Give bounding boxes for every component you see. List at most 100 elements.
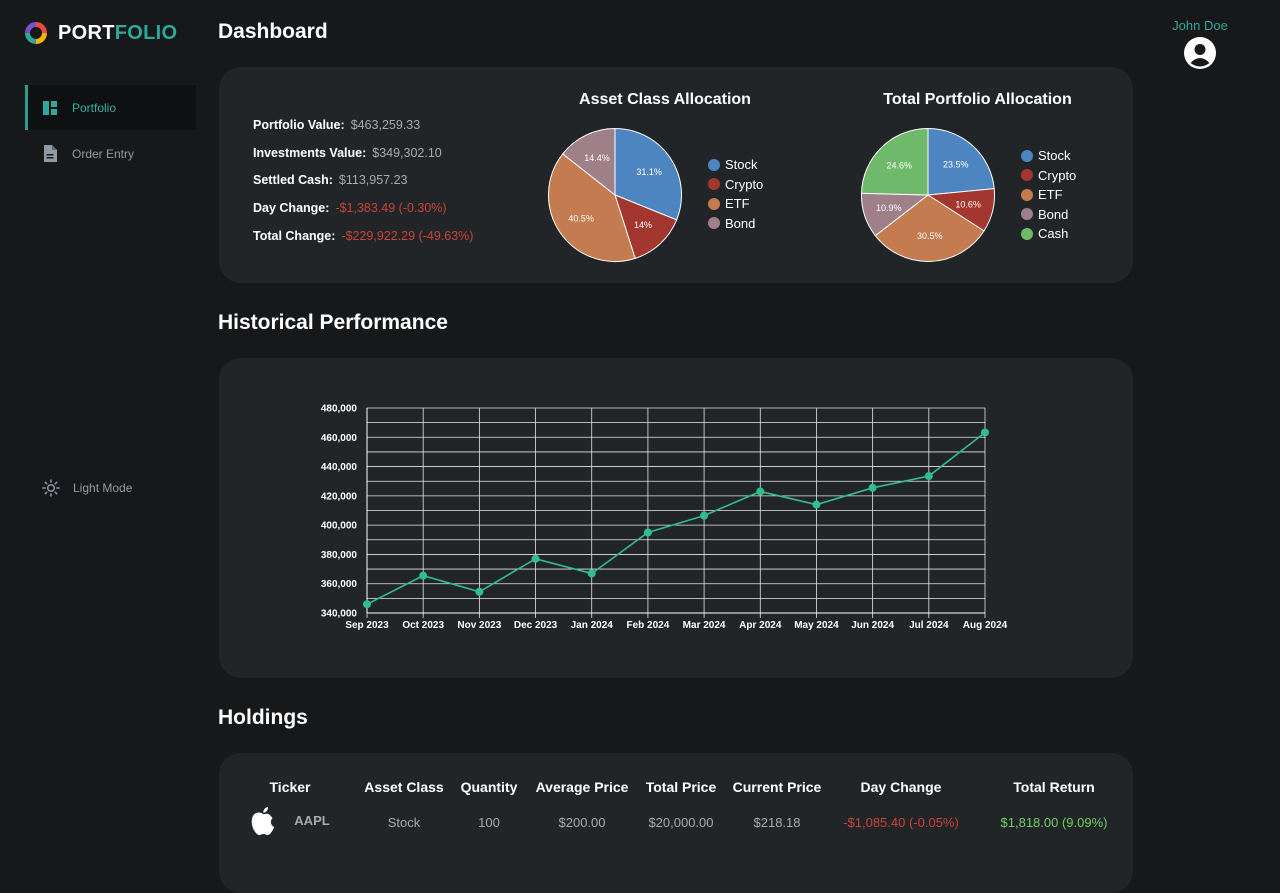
col-current-price[interactable]: Current Price <box>718 775 836 799</box>
data-point[interactable] <box>363 600 371 609</box>
col-asset-class[interactable]: Asset Class <box>350 775 458 799</box>
data-point[interactable] <box>812 500 821 509</box>
pie-label-stock: 31.1% <box>636 167 662 177</box>
total-portfolio-pie-chart: 23.5% 10.6% 30.5% 10.9% 24.6% <box>861 127 996 262</box>
x-tick-label: Aug 2024 <box>963 620 1008 631</box>
col-day-change[interactable]: Day Change <box>836 775 966 799</box>
total-portfolio-chart-title: Total Portfolio Allocation <box>883 91 1072 108</box>
asset-class-legend: Stock Crypto ETF Bond <box>708 155 763 233</box>
summary-value: $349,302.10 <box>372 145 442 160</box>
legend-swatch <box>708 178 720 191</box>
logo-icon <box>25 22 47 44</box>
y-tick-label: 360,000 <box>321 579 358 590</box>
data-point[interactable] <box>419 571 428 580</box>
dashboard-icon <box>42 100 58 116</box>
data-point[interactable] <box>924 472 933 481</box>
legend-label: Crypto <box>1038 167 1077 183</box>
app-logo[interactable]: PORTFOLIO <box>24 21 177 45</box>
legend-label: ETF <box>1038 187 1063 203</box>
legend-item-etf: ETF <box>708 194 763 214</box>
user-avatar-icon[interactable] <box>1184 37 1216 69</box>
current-price-cell: $218.18 <box>753 814 801 830</box>
pie-label-crypto: 10.6% <box>955 200 981 210</box>
pie-label-crypto: 14% <box>634 220 652 230</box>
summary-row-portfolio-value: Portfolio Value: $463,259.33 <box>253 111 473 139</box>
legend-item-stock: Stock <box>1021 146 1076 166</box>
legend-swatch <box>708 158 720 171</box>
x-tick-label: Jan 2024 <box>571 620 614 631</box>
legend-label: Bond <box>1038 206 1069 222</box>
y-tick-label: 440,000 <box>321 462 358 473</box>
sidebar-item-label: Portfolio <box>72 100 117 115</box>
col-total-price[interactable]: Total Price <box>644 775 718 799</box>
app-title: PORTFOLIO <box>58 21 178 44</box>
summary-label: Portfolio Value: <box>253 117 345 132</box>
pie-label-bond: 10.9% <box>876 203 902 213</box>
summary-label: Day Change: <box>253 201 330 216</box>
summary-label: Settled Cash: <box>253 173 333 188</box>
col-average-price[interactable]: Average Price <box>520 775 644 799</box>
quantity-cell: 100 <box>478 814 500 830</box>
col-ticker[interactable]: Ticker <box>230 775 350 799</box>
summary-value: -$1,383.49 (-0.30%) <box>335 201 447 216</box>
sidebar-item-portfolio[interactable]: Portfolio <box>25 85 196 130</box>
data-point[interactable] <box>587 569 596 578</box>
summary-row-day-change: Day Change: -$1,383.49 (-0.30%) <box>253 194 473 222</box>
apple-logo-icon <box>252 806 275 835</box>
y-tick-label: 420,000 <box>321 491 358 502</box>
x-tick-label: May 2024 <box>794 620 839 631</box>
data-point[interactable] <box>531 554 540 563</box>
sun-icon <box>42 479 60 497</box>
summary-row-settled-cash: Settled Cash: $113,957.23 <box>253 167 473 195</box>
summary-label: Total Change: <box>253 229 336 244</box>
asset-class-pie-chart: 31.1% 14% 40.5% 14.4% <box>548 127 683 262</box>
pie-label-stock: 23.5% <box>943 159 969 169</box>
summary-row-investments-value: Investments Value: $349,302.10 <box>253 139 473 167</box>
average-price-cell: $200.00 <box>558 814 606 830</box>
data-point[interactable] <box>643 528 652 537</box>
data-point[interactable] <box>756 487 765 496</box>
legend-label: Stock <box>725 157 758 173</box>
summary-value: -$229,922.29 (-49.63%) <box>341 229 474 244</box>
performance-line <box>366 431 986 605</box>
ticker-symbol: AAPL <box>294 813 330 828</box>
x-tick-label: Feb 2024 <box>627 620 670 631</box>
sidebar-item-order-entry[interactable]: Order Entry <box>25 131 196 176</box>
light-mode-toggle[interactable]: Light Mode <box>42 479 132 497</box>
data-point[interactable] <box>700 511 709 520</box>
table-header-row: Ticker Asset Class Quantity Average Pric… <box>230 775 1142 799</box>
sidebar-item-label: Order Entry <box>72 146 135 161</box>
legend-label: ETF <box>725 196 750 212</box>
x-tick-label: Mar 2024 <box>683 620 726 631</box>
legend-item-cash: Cash <box>1021 224 1076 244</box>
data-point[interactable] <box>475 587 484 596</box>
legend-swatch <box>1021 169 1033 182</box>
col-total-return[interactable]: Total Return <box>966 775 1142 799</box>
summary-label: Investments Value: <box>253 145 367 160</box>
historical-performance-line-chart: 340,000 360,000 380,000 400,000 420,000 440,0… <box>321 404 1008 632</box>
legend-item-stock: Stock <box>708 155 763 175</box>
page-title: Dashboard <box>218 20 328 43</box>
data-point[interactable] <box>868 483 877 492</box>
x-tick-label: Sep 2023 <box>345 620 389 631</box>
holdings-table: Ticker Asset Class Quantity Average Pric… <box>230 775 1142 845</box>
user-menu[interactable]: John Doe <box>1160 18 1240 69</box>
legend-label: Stock <box>1038 148 1071 164</box>
light-mode-label: Light Mode <box>73 481 133 495</box>
asset-class-cell: Stock <box>387 814 421 830</box>
col-quantity[interactable]: Quantity <box>458 775 520 799</box>
pie-label-bond: 14.4% <box>584 153 610 163</box>
x-tick-label: Oct 2023 <box>402 620 444 631</box>
x-tick-label: Dec 2023 <box>514 620 558 631</box>
table-row[interactable]: AAPL Stock 100 $200.00 $20,000.00 $218.1… <box>230 799 1142 845</box>
legend-swatch <box>708 217 720 230</box>
legend-item-bond: Bond <box>1021 205 1076 225</box>
y-tick-label: 400,000 <box>321 521 358 532</box>
summary-value: $113,957.23 <box>338 173 408 188</box>
pie-label-etf: 40.5% <box>568 214 594 224</box>
legend-item-etf: ETF <box>1021 185 1076 205</box>
portfolio-summary: Portfolio Value: $463,259.33 Investments … <box>253 111 473 250</box>
summary-value: $463,259.33 <box>350 117 421 132</box>
data-point[interactable] <box>981 428 989 437</box>
y-tick-label: 380,000 <box>321 550 358 561</box>
